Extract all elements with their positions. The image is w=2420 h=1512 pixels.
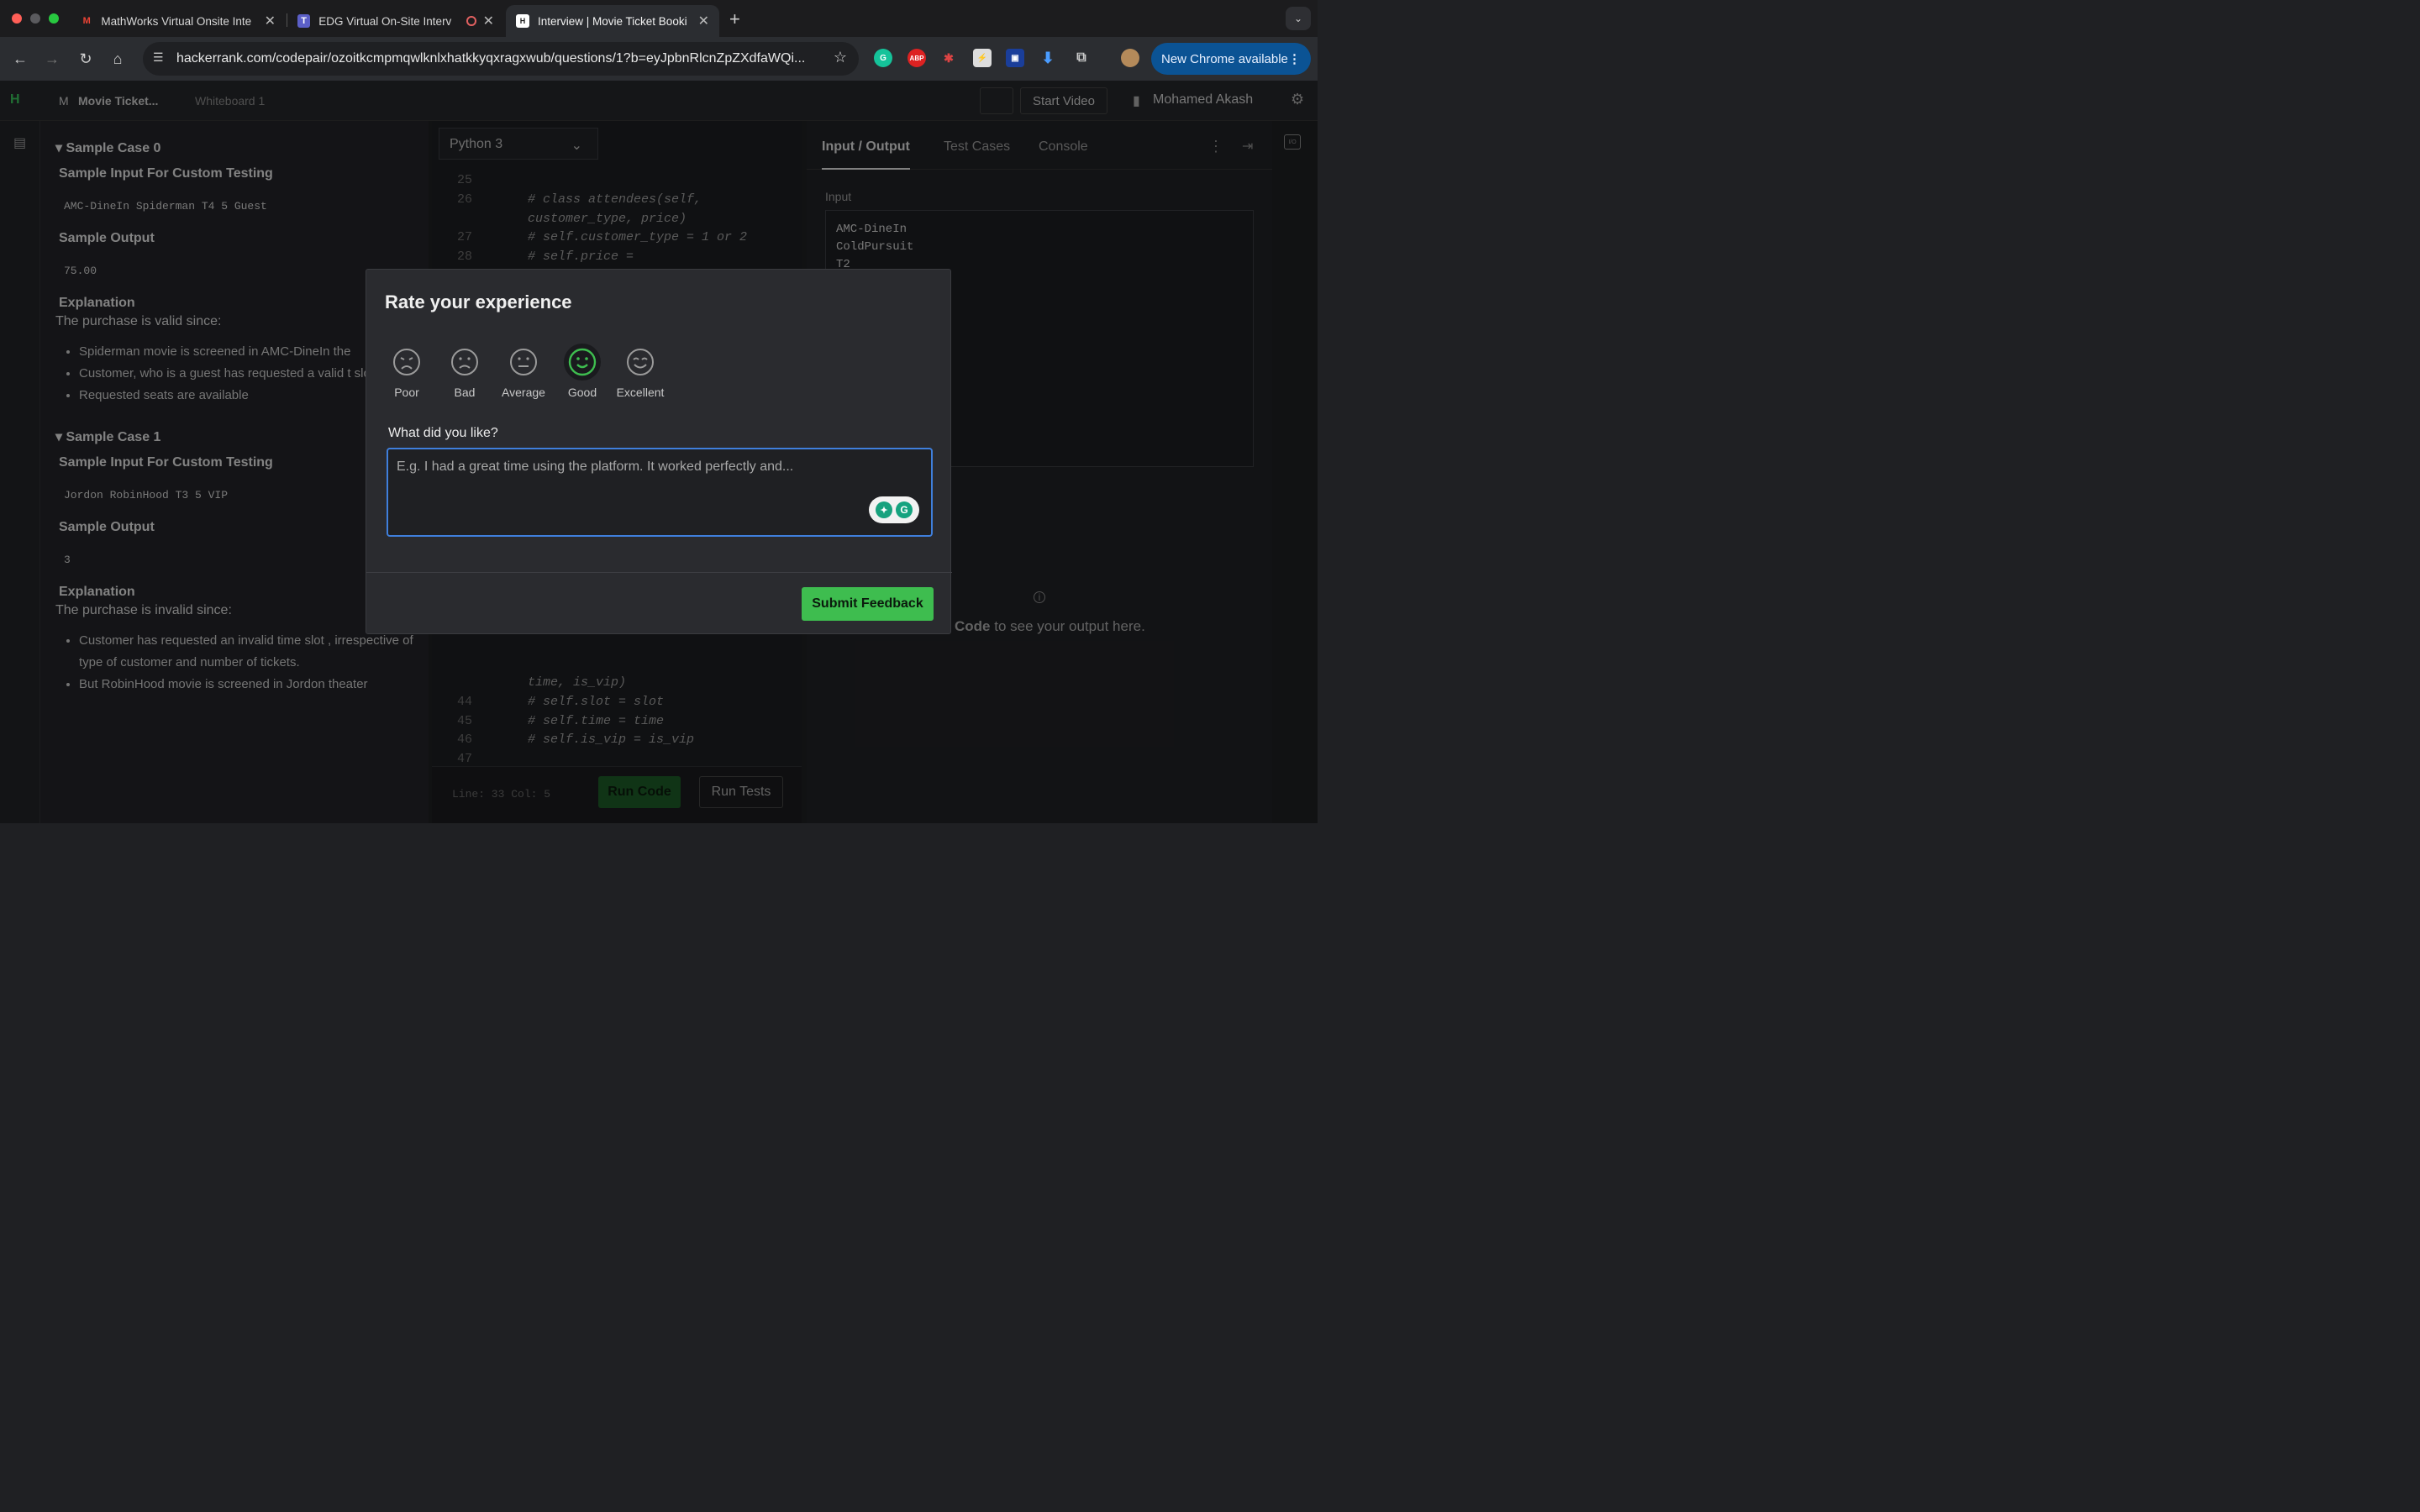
feedback-placeholder: E.g. I had a great time using the platfo… [397,459,794,474]
grammarly-icon[interactable]: G [896,501,913,518]
close-window-button[interactable] [12,13,22,24]
close-tab-icon[interactable]: ✕ [258,13,276,29]
rating-poor[interactable]: Poor [377,347,436,399]
gmail-icon: M [82,16,91,26]
modal-divider [366,572,952,573]
rating-label: Excellent [616,386,665,399]
address-bar[interactable]: ☰ hackerrank.com/codepair/ozoitkcmpmqwlk… [143,42,859,76]
download-icon[interactable]: ⬇ [1039,49,1057,67]
browser-tab-teams[interactable]: T EDG Virtual On-Site Interv ✕ [287,5,504,37]
maximize-window-button[interactable] [49,13,59,24]
forward-arrow-icon[interactable]: → [42,49,62,69]
modal-title: Rate your experience [385,291,572,312]
site-info-icon[interactable]: ☰ [153,50,164,65]
poor-face-icon [392,347,422,377]
rating-label: Good [567,386,597,399]
rating-bad[interactable]: Bad [435,347,494,399]
url-text: hackerrank.com/codepair/ozoitkcmpmqwlknl… [176,51,806,66]
browser-tab-gmail[interactable]: M MathWorks Virtual Onsite Inte ✕ [71,5,286,37]
average-face-icon [508,347,539,377]
home-icon[interactable]: ⌂ [108,49,128,69]
rating-label: Poor [394,386,419,399]
browser-tab-strip: M MathWorks Virtual Onsite Inte ✕ T EDG … [0,0,1318,37]
feedback-question-label: What did you like? [388,426,498,440]
grammarly-widget[interactable]: ✦ G [869,496,919,523]
tab-title: MathWorks Virtual Onsite Inte [101,14,252,28]
extensions-puzzle-icon[interactable]: ⧉ [1072,49,1091,67]
rating-label: Bad [454,386,476,399]
tab-title: Interview | Movie Ticket Booki [538,14,687,28]
reload-icon[interactable]: ↻ [76,49,96,69]
bad-face-icon [450,347,480,377]
lightbulb-icon[interactable]: ✦ [876,501,892,518]
extension-icon[interactable]: ▣ [1006,49,1024,67]
rating-excellent[interactable]: Excellent [611,347,670,399]
tab-search-chevron-icon[interactable]: ⌄ [1286,7,1311,30]
grammarly-extension-icon[interactable]: G [874,49,892,67]
tab-title: EDG Virtual On-Site Interv [318,14,452,28]
minimize-window-button[interactable] [30,13,40,24]
recording-icon [466,16,476,26]
extension-icon[interactable]: ✱ [939,49,958,67]
profile-avatar[interactable] [1121,49,1139,67]
adblock-extension-icon[interactable]: ABP [908,49,926,67]
browser-toolbar: ← → ↻ ⌂ ☰ hackerrank.com/codepair/ozoitk… [0,37,1318,81]
browser-tab-hackerrank[interactable]: H Interview | Movie Ticket Booki ✕ [506,5,719,37]
more-vert-icon[interactable]: ⋮ [1288,51,1301,66]
close-tab-icon[interactable]: ✕ [692,13,709,29]
submit-feedback-button[interactable]: Submit Feedback [802,587,934,621]
close-tab-icon[interactable]: ✕ [476,13,494,29]
bookmark-star-icon[interactable]: ☆ [834,49,847,66]
rating-label: Average [502,386,545,399]
back-arrow-icon[interactable]: ← [10,49,30,69]
feedback-textarea[interactable]: E.g. I had a great time using the platfo… [387,448,933,537]
good-face-icon [564,344,601,381]
hackerrank-icon: H [516,14,529,28]
new-chrome-available-button[interactable]: New Chrome available ⋮ [1151,43,1311,75]
teams-icon: T [297,14,311,28]
rating-average[interactable]: Average [494,347,553,399]
update-label: New Chrome available [1161,51,1288,66]
rating-good[interactable]: Good [553,344,612,399]
new-tab-icon[interactable]: + [729,8,740,30]
extension-icon[interactable]: ⚡ [973,49,992,67]
excellent-face-icon [625,347,655,377]
rate-experience-modal: Rate your experience Poor Bad Average Go… [366,269,952,634]
